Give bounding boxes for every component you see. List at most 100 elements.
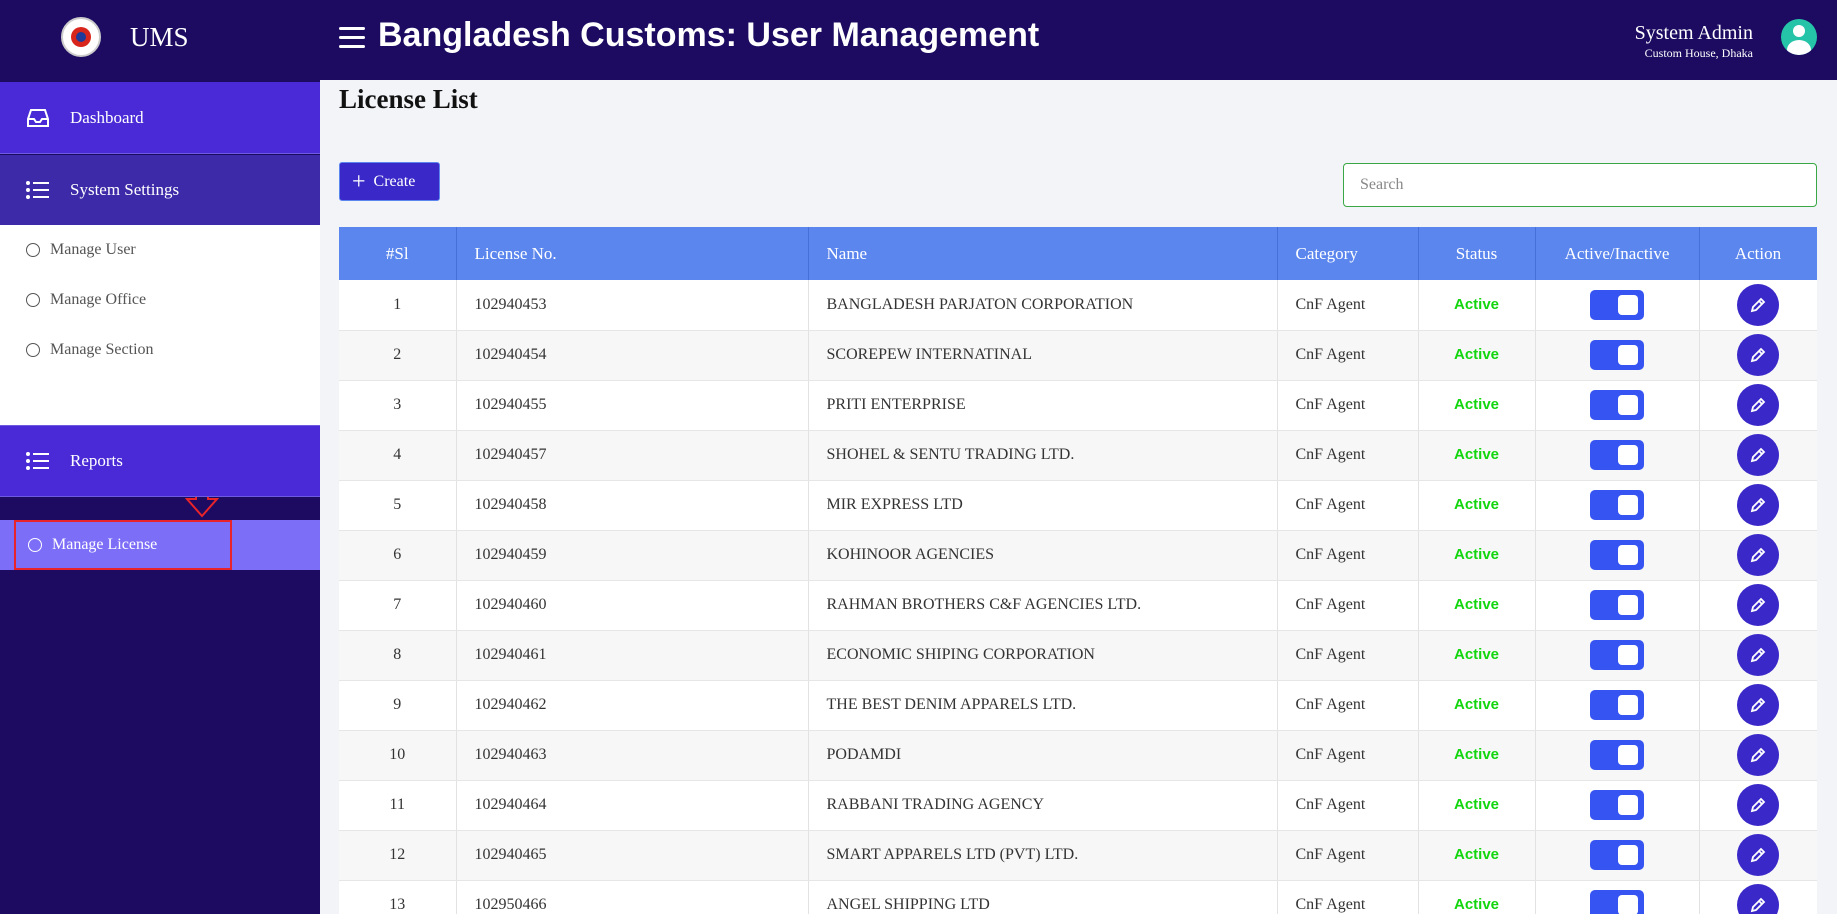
cell-active-inactive <box>1535 680 1700 731</box>
list-icon <box>26 452 49 470</box>
edit-button[interactable] <box>1737 484 1779 526</box>
submenu-label: Manage User <box>50 241 136 258</box>
sidebar-item-reports[interactable]: Reports <box>0 425 320 497</box>
edit-button[interactable] <box>1737 884 1779 914</box>
cell-sl: 10 <box>339 730 457 781</box>
search-input[interactable] <box>1343 163 1817 207</box>
table-row: 4 102940457 SHOHEL & SENTU TRADING LTD. CnF… <box>339 430 1817 481</box>
pencil-icon <box>1750 397 1766 413</box>
column-header-sl[interactable]: #Sl <box>339 227 457 280</box>
column-header-active-inactive: Active/Inactive <box>1535 227 1700 280</box>
active-toggle[interactable] <box>1590 690 1644 720</box>
cell-category: CnF Agent <box>1277 880 1419 914</box>
cell-category: CnF Agent <box>1277 730 1419 781</box>
column-header-name[interactable]: Name <box>808 227 1278 280</box>
create-button[interactable]: + Create <box>339 162 440 201</box>
cell-status: Active <box>1418 680 1536 731</box>
cell-action <box>1699 580 1817 631</box>
cell-sl: 9 <box>339 680 457 731</box>
cell-name: PRITI ENTERPRISE <box>808 380 1278 431</box>
avatar[interactable] <box>1781 19 1817 55</box>
table-header-row: #Sl License No. Name Category Status Act… <box>339 227 1817 280</box>
table-row: 7 102940460 RAHMAN BROTHERS C&F AGENCIES L… <box>339 580 1817 631</box>
edit-button[interactable] <box>1737 684 1779 726</box>
cell-license-no: 102940454 <box>456 330 809 381</box>
create-button-label: Create <box>373 172 416 190</box>
menu-toggle-icon[interactable] <box>339 27 365 49</box>
cell-sl: 5 <box>339 480 457 531</box>
edit-button[interactable] <box>1737 384 1779 426</box>
cell-status: Active <box>1418 780 1536 831</box>
column-header-status[interactable]: Status <box>1418 227 1536 280</box>
pencil-icon <box>1750 447 1766 463</box>
column-header-category[interactable]: Category <box>1277 227 1419 280</box>
column-header-action: Action <box>1699 227 1817 280</box>
status-badge: Active <box>1453 896 1500 913</box>
cell-sl: 11 <box>339 780 457 831</box>
cell-name: RAHMAN BROTHERS C&F AGENCIES LTD. <box>808 580 1278 631</box>
cell-license-no: 102940462 <box>456 680 809 731</box>
cell-status: Active <box>1418 330 1536 381</box>
active-toggle[interactable] <box>1590 740 1644 770</box>
cell-name: BANGLADESH PARJATON CORPORATION <box>808 280 1278 331</box>
cell-license-no: 102940465 <box>456 830 809 881</box>
active-toggle[interactable] <box>1590 840 1644 870</box>
active-toggle[interactable] <box>1590 390 1644 420</box>
system-settings-submenu: Manage User Manage Office Manage Section… <box>0 225 320 570</box>
submenu-label: Manage Office <box>50 291 147 308</box>
table-row: 2 102940454 SCOREPEW INTERNATINAL CnF Agent… <box>339 330 1817 381</box>
status-badge: Active <box>1453 346 1500 363</box>
pencil-icon <box>1750 547 1766 563</box>
app-title: Bangladesh Customs: User Management <box>378 16 1040 54</box>
edit-button[interactable] <box>1737 334 1779 376</box>
cell-active-inactive <box>1535 330 1700 381</box>
edit-button[interactable] <box>1737 434 1779 476</box>
cell-license-no: 102940457 <box>456 430 809 481</box>
active-toggle[interactable] <box>1590 340 1644 370</box>
edit-button[interactable] <box>1737 634 1779 676</box>
table-row: 10 102940463 PODAMDI CnF Agent Active <box>339 730 1817 781</box>
table-row: 3 102940455 PRITI ENTERPRISE CnF Agent Activ… <box>339 380 1817 431</box>
user-info[interactable]: System Admin Custom House, Dhaka <box>1635 22 1753 61</box>
cell-status: Active <box>1418 380 1536 431</box>
sidebar-item-manage-license[interactable]: Manage License <box>14 520 232 570</box>
edit-button[interactable] <box>1737 834 1779 876</box>
sidebar-item-dashboard[interactable]: Dashboard <box>0 82 320 154</box>
edit-button[interactable] <box>1737 584 1779 626</box>
edit-button[interactable] <box>1737 784 1779 826</box>
cell-active-inactive <box>1535 730 1700 781</box>
plus-icon: + <box>352 168 366 195</box>
pencil-icon <box>1750 697 1766 713</box>
active-toggle[interactable] <box>1590 540 1644 570</box>
cell-category: CnF Agent <box>1277 830 1419 881</box>
sidebar-item-label: Dashboard <box>70 107 144 127</box>
sidebar-item-manage-section[interactable]: Manage Section <box>14 325 232 375</box>
edit-button[interactable] <box>1737 283 1779 326</box>
active-toggle[interactable] <box>1590 440 1644 470</box>
table-row: 8 102940461 ECONOMIC SHIPING CORPORATION Cn… <box>339 630 1817 681</box>
cell-action <box>1699 530 1817 581</box>
status-badge: Active <box>1453 846 1500 863</box>
list-icon <box>26 181 49 199</box>
active-toggle[interactable] <box>1590 289 1644 320</box>
cell-license-no: 102940459 <box>456 530 809 581</box>
active-toggle[interactable] <box>1590 590 1644 620</box>
column-header-license-no[interactable]: License No. <box>456 227 809 280</box>
edit-button[interactable] <box>1737 734 1779 776</box>
cell-action <box>1699 830 1817 881</box>
edit-button[interactable] <box>1737 534 1779 576</box>
active-toggle[interactable] <box>1590 490 1644 520</box>
cell-action <box>1699 880 1817 914</box>
cell-category: CnF Agent <box>1277 330 1419 381</box>
cell-category: CnF Agent <box>1277 630 1419 681</box>
status-badge: Active <box>1453 446 1500 463</box>
sidebar-item-manage-user[interactable]: Manage User <box>14 225 232 275</box>
sidebar-item-system-settings[interactable]: System Settings <box>0 155 320 225</box>
active-toggle[interactable] <box>1590 640 1644 670</box>
sidebar-item-manage-office[interactable]: Manage Office <box>14 275 232 325</box>
active-toggle[interactable] <box>1590 790 1644 820</box>
table-row: 1 102940453 BANGLADESH PARJATON CORPORATIO… <box>339 280 1817 331</box>
active-toggle[interactable] <box>1590 890 1644 914</box>
pencil-icon <box>1750 597 1766 613</box>
license-table-container: #Sl License No. Name Category Status Act… <box>339 227 1817 914</box>
